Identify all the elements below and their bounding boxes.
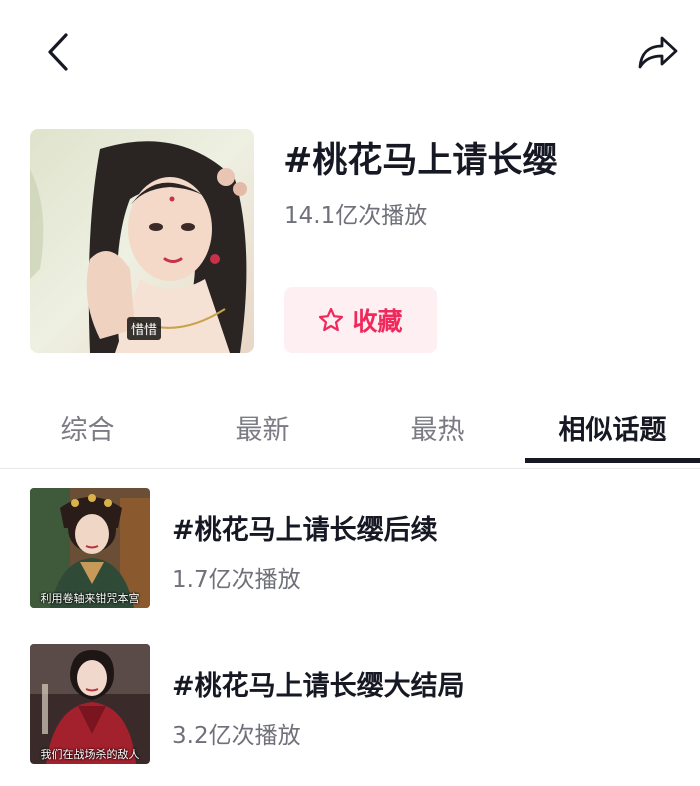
favorite-label: 收藏 (352, 307, 403, 336)
topic-cover-image: 惜惜 (30, 129, 254, 353)
back-button[interactable] (34, 28, 82, 76)
tabs-divider (0, 468, 700, 469)
tab-hottest[interactable]: 最热 (350, 396, 525, 466)
topic-view-count: 14.1亿次播放 (284, 203, 428, 229)
thumbnail-caption: 利用卷轴来钳咒本宫 (40, 592, 140, 605)
thumbnail-caption: 我们在战场杀的敌人 (40, 748, 140, 761)
related-topic-item[interactable]: 我们在战场杀的敌人 #桃花马上请长缨大结局 3.2亿次播放 (0, 644, 700, 764)
cover-tag: 惜惜 (127, 317, 162, 340)
related-topic-item[interactable]: 利用卷轴来钳咒本宫 #桃花马上请长缨后续 1.7亿次播放 (0, 488, 700, 608)
tab-latest[interactable]: 最新 (175, 396, 350, 466)
share-button[interactable] (630, 28, 686, 76)
active-tab-indicator (525, 458, 700, 463)
topic-page: 惜惜 #桃花马上请长缨 14.1亿次播放 收藏 综合 最新 最热 相似话题 利用… (0, 0, 700, 786)
star-outline-icon (319, 307, 344, 332)
tab-similar-topics[interactable]: 相似话题 (525, 396, 700, 466)
related-topic-title: #桃花马上请长缨后续 (172, 515, 438, 546)
related-topic-thumbnail: 我们在战场杀的敌人 (30, 644, 150, 764)
topic-title: #桃花马上请长缨 (283, 141, 558, 181)
favorite-button[interactable]: 收藏 (284, 287, 437, 353)
tab-comprehensive[interactable]: 综合 (0, 396, 175, 466)
related-topic-title: #桃花马上请长缨大结局 (172, 671, 465, 702)
chevron-left-icon (48, 33, 68, 71)
top-bar (0, 0, 700, 100)
related-topic-view-count: 3.2亿次播放 (172, 723, 301, 749)
related-topic-view-count: 1.7亿次播放 (172, 567, 301, 593)
related-topic-thumbnail: 利用卷轴来钳咒本宫 (30, 488, 150, 608)
share-arrow-icon (638, 36, 678, 69)
tab-bar: 综合 最新 最热 相似话题 (0, 396, 700, 468)
